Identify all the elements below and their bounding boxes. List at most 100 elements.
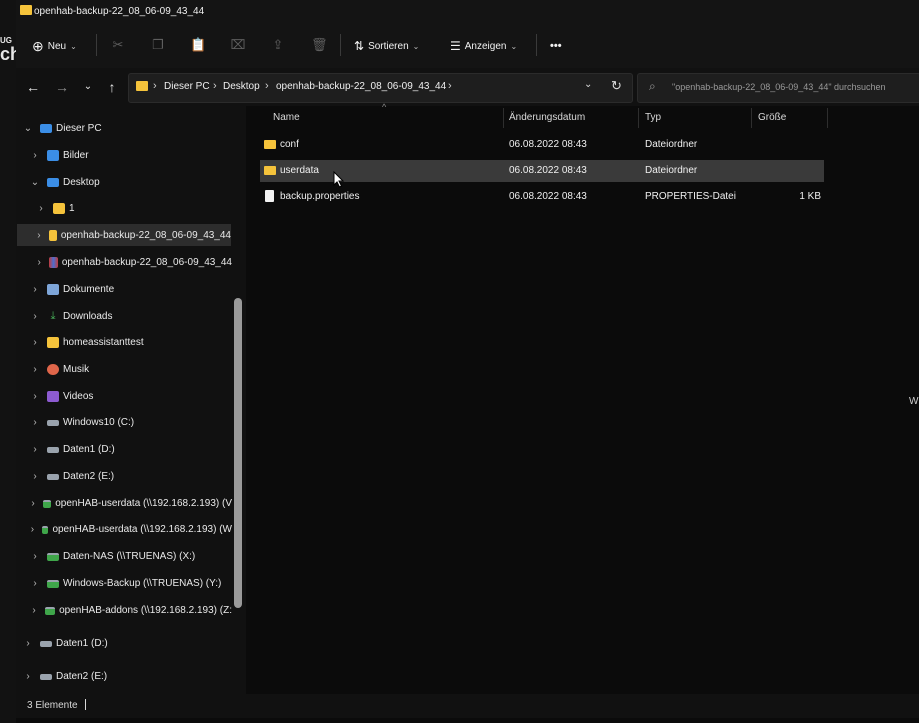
- tree-item-openhab-backup-archive[interactable]: › openhab-backup-22_08_06-09_43_44: [35, 251, 232, 273]
- download-icon: ⤓: [50, 309, 56, 322]
- chevron-right-icon: ›: [448, 80, 452, 92]
- tree-item-daten-nas-x[interactable]: › Daten-NAS (\\TRUENAS) (X:): [29, 545, 232, 567]
- column-header-date[interactable]: Änderungsdatum: [509, 112, 585, 123]
- chevron-right-icon[interactable]: ›: [35, 203, 47, 214]
- refresh-icon[interactable]: ↻: [611, 78, 622, 94]
- forward-arrow-icon[interactable]: →: [54, 78, 70, 96]
- drive-icon: [40, 674, 52, 680]
- search-input[interactable]: "openhab-backup-22_08_06-09_43_44" durch…: [672, 82, 886, 92]
- chevron-right-icon[interactable]: ›: [29, 364, 41, 375]
- folder-icon: [53, 202, 65, 214]
- chevron-right-icon[interactable]: ›: [29, 150, 41, 161]
- tree-item-windows10-c[interactable]: › Windows10 (C:): [29, 411, 232, 433]
- breadcrumb-dieser-pc[interactable]: Dieser PC: [164, 81, 210, 92]
- chevron-right-icon[interactable]: ›: [29, 551, 41, 562]
- chevron-right-icon[interactable]: ›: [29, 471, 41, 482]
- tree-item-label: Daten-NAS (\\TRUENAS) (X:): [63, 550, 196, 562]
- column-divider[interactable]: [751, 108, 752, 128]
- chevron-right-icon[interactable]: ›: [29, 605, 39, 616]
- folder-icon: [47, 336, 59, 348]
- file-row-conf[interactable]: conf 06.08.2022 08:43 Dateiordner: [260, 134, 824, 156]
- tree-item-openhab-userdata-v[interactable]: › openHAB-userdata (\\192.168.2.193) (V: [29, 492, 232, 514]
- copy-icon[interactable]: ❐: [150, 37, 166, 53]
- tree-item-daten2-e-root[interactable]: › Daten2 (E:): [22, 665, 232, 687]
- chevron-right-icon[interactable]: ›: [35, 257, 43, 268]
- background-window-strip: [0, 0, 16, 723]
- tree-item-dokumente[interactable]: › Dokumente: [29, 278, 232, 300]
- folder-icon: [136, 81, 148, 91]
- tree-item-daten1-d-root[interactable]: › Daten1 (D:): [22, 632, 232, 654]
- network-drive-icon: [45, 607, 56, 615]
- view-button[interactable]: ☰ Anzeigen ⌄: [450, 36, 517, 56]
- paste-icon[interactable]: 📋: [190, 37, 206, 53]
- address-dropdown-chevron-icon[interactable]: ⌄: [584, 79, 592, 90]
- toolbar-separator: [96, 34, 97, 56]
- chevron-right-icon[interactable]: ›: [29, 284, 41, 295]
- folder-icon: [264, 166, 276, 175]
- chevron-down-icon[interactable]: ⌄: [22, 123, 34, 134]
- tree-item-label: openHAB-addons (\\192.168.2.193) (Z:: [59, 604, 232, 616]
- share-icon[interactable]: ⇪: [270, 37, 286, 53]
- navigation-pane-scrollbar[interactable]: [234, 298, 242, 608]
- tree-item-homeassistanttest[interactable]: › homeassistanttest: [29, 331, 232, 353]
- back-arrow-icon[interactable]: ←: [25, 78, 41, 96]
- drive-icon: [47, 447, 59, 453]
- new-button[interactable]: ⊕ Neu ⌄: [32, 36, 77, 56]
- chevron-right-icon[interactable]: ›: [29, 417, 41, 428]
- cut-icon[interactable]: ✂: [110, 37, 126, 53]
- chevron-down-icon[interactable]: ⌄: [29, 177, 41, 188]
- tree-item-desktop[interactable]: ⌄ Desktop: [29, 171, 232, 193]
- tree-item-daten1-d[interactable]: › Daten1 (D:): [29, 438, 232, 460]
- tree-item-daten2-e[interactable]: › Daten2 (E:): [29, 465, 232, 487]
- column-divider[interactable]: [503, 108, 504, 128]
- chevron-right-icon[interactable]: ›: [29, 391, 41, 402]
- tree-item-label: openhab-backup-22_08_06-09_43_44: [60, 229, 231, 241]
- chevron-right-icon[interactable]: ›: [29, 337, 41, 348]
- tree-item-label: Musik: [63, 363, 90, 375]
- breadcrumb-current-folder[interactable]: openhab-backup-22_08_06-09_43_44: [276, 81, 446, 92]
- tree-item-openhab-addons-z[interactable]: › openHAB-addons (\\192.168.2.193) (Z:: [29, 599, 232, 621]
- tree-item-videos[interactable]: › Videos: [29, 385, 232, 407]
- network-drive-icon: [47, 553, 59, 561]
- chevron-right-icon[interactable]: ›: [29, 444, 41, 455]
- sort-button[interactable]: ⇅ Sortieren ⌄: [354, 36, 419, 56]
- chevron-right-icon[interactable]: ›: [29, 524, 36, 535]
- chevron-right-icon[interactable]: ›: [22, 671, 34, 682]
- tree-item-windows-backup-y[interactable]: › Windows-Backup (\\TRUENAS) (Y:): [29, 572, 232, 594]
- tree-item-musik[interactable]: › Musik: [29, 358, 232, 380]
- recent-locations-chevron-icon[interactable]: ⌄: [80, 78, 96, 96]
- network-drive-icon: [43, 500, 52, 508]
- file-size: 1 KB: [799, 191, 821, 202]
- drive-icon: [40, 641, 52, 647]
- column-divider[interactable]: [827, 108, 828, 128]
- more-options-button[interactable]: •••: [550, 36, 562, 56]
- column-divider[interactable]: [638, 108, 639, 128]
- delete-icon[interactable]: 🗑: [311, 37, 328, 53]
- view-button-label: Anzeigen: [464, 40, 507, 52]
- file-name: backup.properties: [280, 191, 360, 202]
- chevron-right-icon[interactable]: ›: [22, 638, 34, 649]
- chevron-right-icon[interactable]: ›: [29, 311, 41, 322]
- tree-item-label: Windows10 (C:): [63, 416, 135, 428]
- breadcrumb-desktop[interactable]: Desktop: [223, 81, 260, 92]
- folder-icon: [264, 140, 276, 149]
- file-row-backup-properties[interactable]: backup.properties 06.08.2022 08:43 PROPE…: [260, 186, 824, 208]
- column-header-size[interactable]: Größe: [758, 112, 786, 123]
- tree-item-downloads[interactable]: › ⤓ Downloads: [29, 305, 232, 327]
- tree-item-bilder[interactable]: › Bilder: [29, 144, 232, 166]
- desktop-icon: [47, 177, 59, 187]
- search-icon: ⌕: [649, 79, 656, 93]
- tree-item-openhab-userdata-w[interactable]: › openHAB-userdata (\\192.168.2.193) (W: [29, 518, 232, 540]
- chevron-right-icon[interactable]: ›: [35, 230, 43, 241]
- tree-item-openhab-backup-folder[interactable]: › openhab-backup-22_08_06-09_43_44: [17, 224, 231, 246]
- network-drive-icon: [41, 526, 49, 534]
- column-header-type[interactable]: Typ: [645, 112, 661, 123]
- rename-icon[interactable]: ⌧: [230, 37, 246, 53]
- chevron-right-icon[interactable]: ›: [29, 498, 37, 509]
- column-header-name[interactable]: Name: [273, 112, 300, 123]
- tree-item-folder-1[interactable]: › 1: [35, 197, 232, 219]
- toolbar-separator: [340, 34, 341, 56]
- tree-item-dieser-pc[interactable]: ⌄ Dieser PC: [22, 117, 232, 139]
- chevron-right-icon[interactable]: ›: [29, 578, 41, 589]
- up-arrow-icon[interactable]: ↑: [104, 78, 120, 96]
